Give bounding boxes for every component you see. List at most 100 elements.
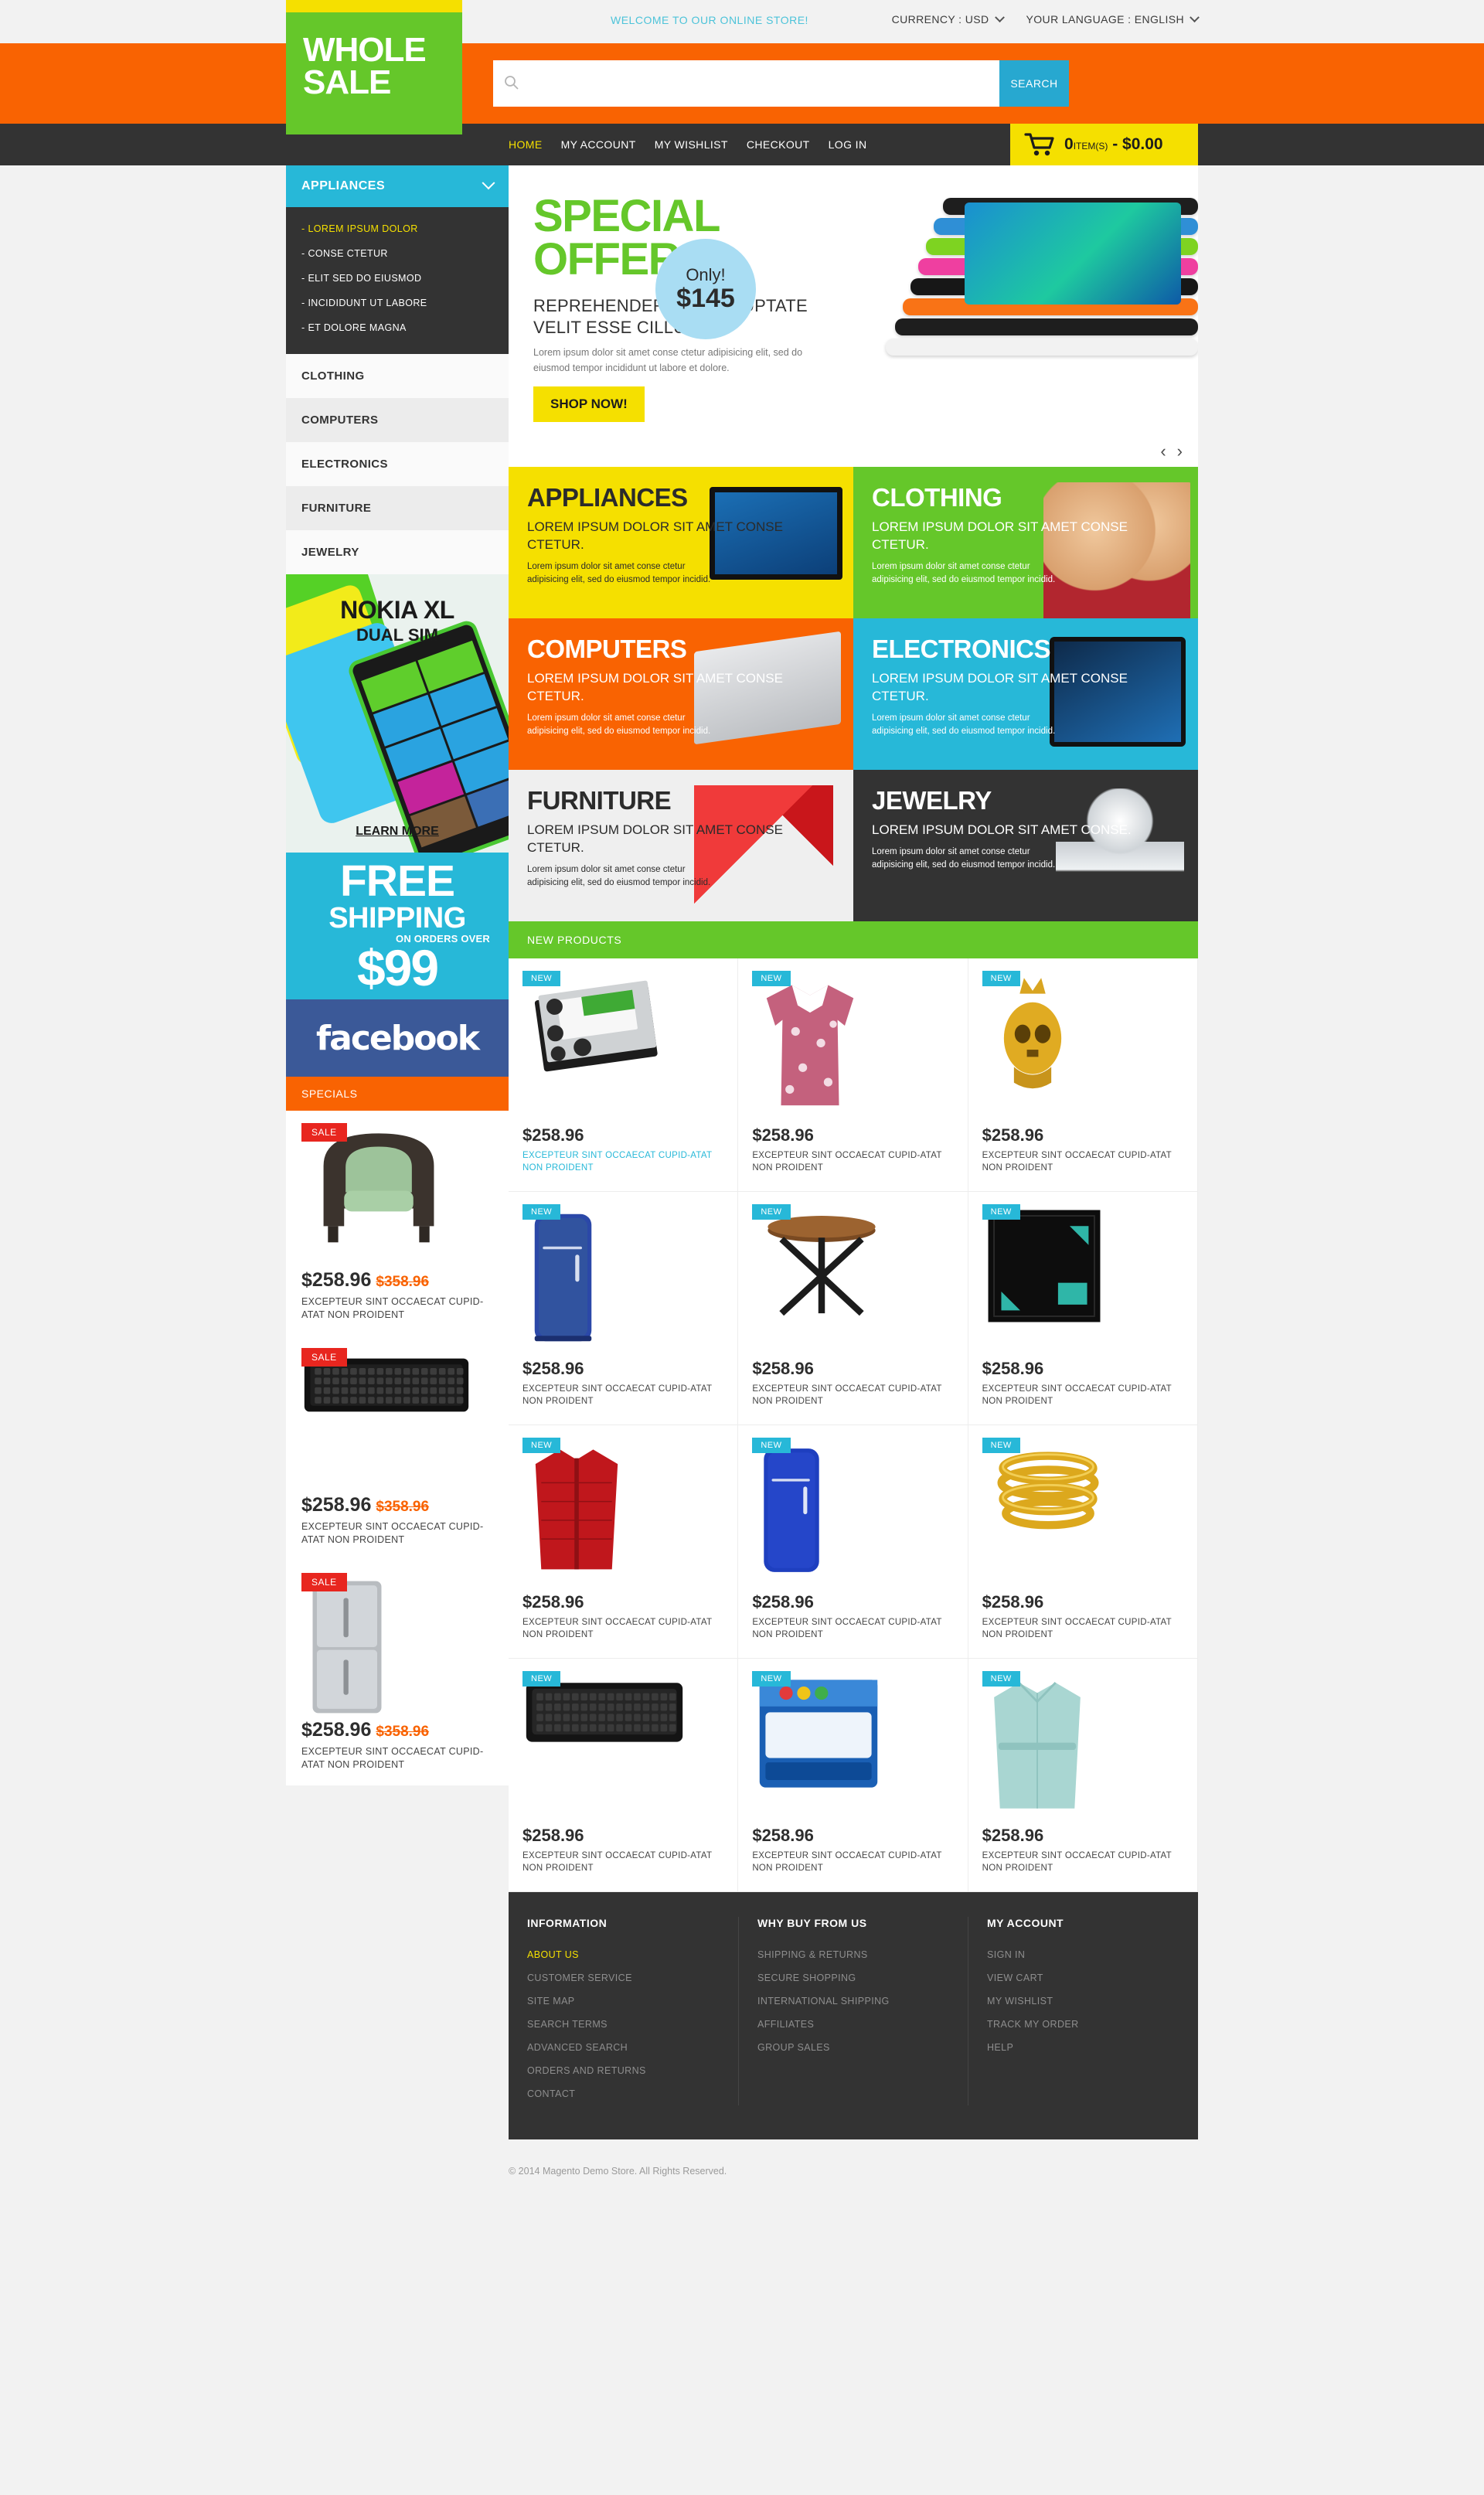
category-tile-computers[interactable]: COMPUTERS LOREM IPSUM DOLOR SIT AMET CONS… — [509, 618, 853, 770]
special-product-item[interactable]: SALE $258.96 $358.96 EXCEPTEUR SINT OCCAECA… — [286, 1111, 509, 1336]
footer-link[interactable]: SECURE SHOPPING — [757, 1966, 949, 1990]
product-card[interactable]: NEW $258.96 EXCEPTEUR SINT OCCAECAT CUPID-… — [509, 1425, 739, 1659]
nav-link-log-in[interactable]: LOG IN — [829, 138, 867, 151]
footer-link[interactable]: SIGN IN — [987, 1943, 1179, 1966]
footer-link[interactable]: ORDERS AND RETURNS — [527, 2059, 720, 2082]
language-switcher[interactable]: YOUR LANGUAGE : ENGLISH — [1026, 12, 1200, 26]
footer-link[interactable]: ABOUT US — [527, 1943, 720, 1966]
product-price: $258.96 — [522, 1592, 584, 1612]
cart-icon — [1024, 133, 1054, 156]
product-name[interactable]: EXCEPTEUR SINT OCCAECAT CUPID-ATAT NON P… — [522, 1149, 723, 1174]
special-product-item[interactable]: SALE $258.96 $358.96 EXCEPTEUR SINT OCCAECA… — [286, 1336, 509, 1561]
new-badge: NEW — [752, 1671, 791, 1687]
price-old: $358.96 — [376, 1499, 430, 1515]
product-card[interactable]: NEW $258.96 EXCEPTEUR SINT OCCAECAT CUPID-… — [509, 1192, 739, 1425]
footer-link[interactable]: SHIPPING & RETURNS — [757, 1943, 949, 1966]
category-tile-clothing[interactable]: CLOTHING LOREM IPSUM DOLOR SIT AMET CONSE… — [853, 467, 1198, 618]
slider-next-button[interactable]: › — [1177, 443, 1183, 460]
footer-link[interactable]: MY WISHLIST — [987, 1990, 1179, 2013]
footer-link[interactable]: CUSTOMER SERVICE — [527, 1966, 720, 1990]
tile-title: FURNITURE — [527, 786, 672, 815]
sidebar-category-appliances[interactable]: APPLIANCES — [286, 165, 509, 207]
sidebar-subitem[interactable]: - LOREM IPSUM DOLOR — [286, 216, 509, 241]
special-product-item[interactable]: SALE $258.96 $358.96 EXCEPTEUR SINT OCCAECA… — [286, 1561, 509, 1785]
product-name[interactable]: EXCEPTEUR SINT OCCAECAT CUPID-ATAT NON P… — [752, 1383, 953, 1407]
product-card[interactable]: NEW $258.96 EXCEPTEUR SINT OCCAECAT CUPID-… — [738, 1192, 968, 1425]
site-logo[interactable]: WHOLE SALE — [286, 0, 462, 134]
sidebar-subitem[interactable]: - ELIT SED DO EIUSMOD — [286, 266, 509, 291]
product-card[interactable]: NEW $258.96 EXCEPTEUR SINT OCCAECAT CUPID-… — [968, 1425, 1198, 1659]
footer-link[interactable]: CONTACT — [527, 2082, 720, 2105]
sidebar-item-furniture[interactable]: FURNITURE — [286, 486, 509, 530]
product-name[interactable]: EXCEPTEUR SINT OCCAECAT CUPID-ATAT NON P… — [522, 1383, 723, 1407]
nokia-learn-more-link[interactable]: LEARN MORE — [286, 825, 509, 839]
product-image-wrap — [982, 1204, 1183, 1351]
product-name[interactable]: EXCEPTEUR SINT OCCAECAT CUPID-ATAT NON P… — [982, 1383, 1183, 1407]
sidebar-subitem[interactable]: - CONSE CTETUR — [286, 241, 509, 266]
special-product-image-wrap — [301, 1348, 493, 1491]
banner-nokia-xl[interactable]: NOKIA XL DUAL SIM LEARN MORE — [286, 574, 509, 853]
shop-now-button[interactable]: SHOP NOW! — [533, 386, 645, 422]
product-card[interactable]: NEW $258.96 EXCEPTEUR SINT OCCAECAT CUPID-… — [509, 1659, 739, 1892]
search-button[interactable]: SEARCH — [999, 60, 1069, 107]
footer-link[interactable]: AFFILIATES — [757, 2013, 949, 2036]
sidebar-item-jewelry[interactable]: JEWELRY — [286, 530, 509, 574]
footer-link[interactable]: HELP — [987, 2036, 1179, 2059]
chevron-down-icon — [994, 12, 1005, 22]
sidebar-item-computers[interactable]: COMPUTERS — [286, 398, 509, 442]
slider-prev-button[interactable]: ‹ — [1160, 443, 1166, 460]
product-card[interactable]: NEW $258.96 EXCEPTEUR SINT OCCAECAT CUPID-… — [968, 1659, 1198, 1892]
footer-link[interactable]: VIEW CART — [987, 1966, 1179, 1990]
footer-link[interactable]: TRACK MY ORDER — [987, 2013, 1179, 2036]
special-product-name[interactable]: EXCEPTEUR SINT OCCAECAT CUPID-ATAT NON P… — [301, 1745, 493, 1772]
cart-separator: - — [1112, 135, 1118, 153]
new-badge: NEW — [982, 1204, 1020, 1220]
product-card[interactable]: NEW $258.96 EXCEPTEUR SINT OCCAECAT CUPID-… — [968, 958, 1198, 1192]
nokia-banner-subtitle: DUAL SIM — [356, 625, 438, 645]
currency-switcher[interactable]: CURRENCY : USD — [892, 12, 1005, 26]
nav-link-checkout[interactable]: CHECKOUT — [747, 138, 810, 151]
footer-column-title: MY ACCOUNT — [987, 1917, 1064, 1929]
category-tile-furniture[interactable]: FURNITURE LOREM IPSUM DOLOR SIT AMET CONS… — [509, 770, 853, 921]
search-input[interactable] — [493, 60, 999, 107]
product-card[interactable]: NEW $258.96 EXCEPTEUR SINT OCCAECAT CUPID-… — [968, 1192, 1198, 1425]
sidebar-subitem[interactable]: - ET DOLORE MAGNA — [286, 315, 509, 340]
footer-link[interactable]: SEARCH TERMS — [527, 2013, 720, 2036]
footer-link[interactable]: ADVANCED SEARCH — [527, 2036, 720, 2059]
product-name[interactable]: EXCEPTEUR SINT OCCAECAT CUPID-ATAT NON P… — [982, 1850, 1183, 1874]
product-name[interactable]: EXCEPTEUR SINT OCCAECAT CUPID-ATAT NON P… — [982, 1616, 1183, 1641]
logo-line-1: WHOLE — [303, 31, 427, 69]
product-card[interactable]: NEW $258.96 EXCEPTEUR SINT OCCAECAT CUPID-… — [509, 958, 739, 1192]
sidebar-item-clothing[interactable]: CLOTHING — [286, 354, 509, 398]
new-badge: NEW — [522, 1204, 561, 1220]
product-name[interactable]: EXCEPTEUR SINT OCCAECAT CUPID-ATAT NON P… — [522, 1616, 723, 1641]
product-image-wrap — [982, 971, 1183, 1118]
product-card[interactable]: NEW $258.96 EXCEPTEUR SINT OCCAECAT CUPID-… — [738, 1425, 968, 1659]
keyboard2-product-image — [522, 1671, 723, 1818]
sidebar-subitem[interactable]: - INCIDIDUNT UT LABORE — [286, 291, 509, 315]
cart-summary[interactable]: 0ITEM(S) - $0.00 — [1010, 124, 1198, 165]
product-name[interactable]: EXCEPTEUR SINT OCCAECAT CUPID-ATAT NON P… — [752, 1850, 953, 1874]
product-name[interactable]: EXCEPTEUR SINT OCCAECAT CUPID-ATAT NON P… — [752, 1616, 953, 1641]
special-product-price: $258.96 $358.96 — [301, 1494, 493, 1516]
category-tile-jewelry[interactable]: JEWELRY LOREM IPSUM DOLOR SIT AMET CONSE.… — [853, 770, 1198, 921]
footer-link[interactable]: GROUP SALES — [757, 2036, 949, 2059]
nav-link-home[interactable]: HOME — [509, 138, 543, 151]
footer-link[interactable]: SITE MAP — [527, 1990, 720, 2013]
banner-facebook[interactable]: facebook — [286, 999, 509, 1077]
nav-link-my-account[interactable]: MY ACCOUNT — [561, 138, 636, 151]
product-name[interactable]: EXCEPTEUR SINT OCCAECAT CUPID-ATAT NON P… — [522, 1850, 723, 1874]
banner-free-shipping[interactable]: FREE SHIPPING ON ORDERS OVER $99 — [286, 853, 509, 999]
product-card[interactable]: NEW $258.96 EXCEPTEUR SINT OCCAECAT CUPID-… — [738, 1659, 968, 1892]
price-current: $258.96 — [301, 1719, 372, 1741]
product-name[interactable]: EXCEPTEUR SINT OCCAECAT CUPID-ATAT NON P… — [752, 1149, 953, 1174]
footer-link[interactable]: INTERNATIONAL SHIPPING — [757, 1990, 949, 2013]
category-tile-electronics[interactable]: ELECTRONICS LOREM IPSUM DOLOR SIT AMET CO… — [853, 618, 1198, 770]
sidebar-item-electronics[interactable]: ELECTRONICS — [286, 442, 509, 486]
product-name[interactable]: EXCEPTEUR SINT OCCAECAT CUPID-ATAT NON P… — [982, 1149, 1183, 1174]
product-card[interactable]: NEW $258.96 EXCEPTEUR SINT OCCAECAT CUPID-… — [738, 958, 968, 1192]
special-product-name[interactable]: EXCEPTEUR SINT OCCAECAT CUPID-ATAT NON P… — [301, 1295, 493, 1322]
nav-link-my-wishlist[interactable]: MY WISHLIST — [655, 138, 728, 151]
category-tile-appliances[interactable]: APPLIANCES LOREM IPSUM DOLOR SIT AMET CON… — [509, 467, 853, 618]
special-product-name[interactable]: EXCEPTEUR SINT OCCAECAT CUPID-ATAT NON P… — [301, 1520, 493, 1547]
